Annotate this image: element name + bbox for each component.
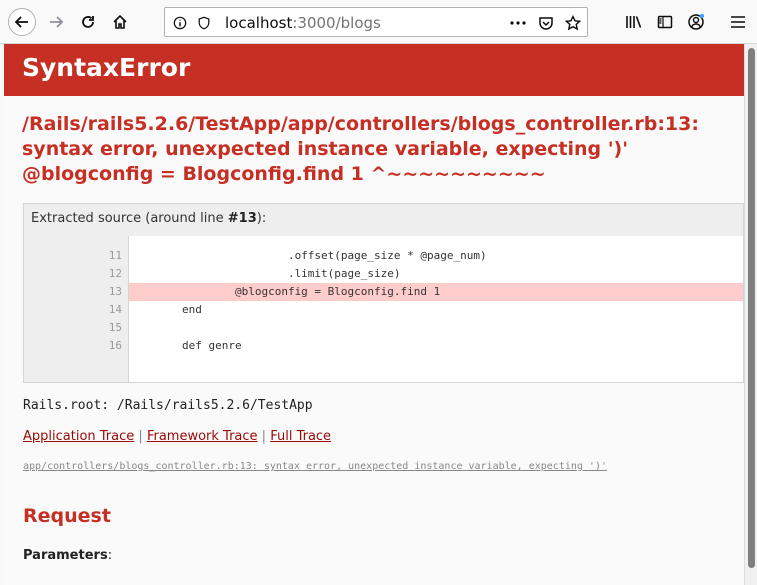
- pocket-icon[interactable]: [537, 14, 555, 32]
- arrow-left-icon: [14, 16, 28, 28]
- code-line: def genre: [129, 339, 242, 352]
- more-actions-icon[interactable]: [509, 14, 527, 32]
- sidebar-icon: [657, 15, 673, 29]
- info-icon[interactable]: [171, 14, 189, 32]
- line-number: 14: [108, 303, 122, 316]
- caption-line-number: #13: [227, 211, 257, 226]
- sidebar-button[interactable]: [651, 8, 679, 36]
- reload-icon: [82, 16, 94, 28]
- reload-button[interactable]: [74, 8, 102, 36]
- back-button[interactable]: [8, 8, 36, 36]
- parameters-label-text: Parameters: [23, 548, 108, 563]
- arrow-right-icon: [50, 16, 64, 28]
- code-line: .limit(page_size): [129, 267, 401, 280]
- shield-icon[interactable]: [195, 14, 213, 32]
- trace-separator: |: [261, 429, 267, 444]
- line-number: 11: [108, 249, 122, 262]
- browser-toolbar: localhost:3000/blogs: [0, 0, 757, 44]
- menu-button[interactable]: [724, 8, 752, 36]
- vertical-scrollbar[interactable]: [744, 44, 757, 585]
- url-text[interactable]: localhost:3000/blogs: [225, 14, 381, 32]
- parameters-label: Parameters:: [23, 548, 112, 563]
- line-number: 12: [108, 267, 122, 280]
- application-trace-link[interactable]: Application Trace: [23, 429, 134, 444]
- error-title: SyntaxError: [22, 53, 191, 82]
- page-content: SyntaxError /Rails/rails5.2.6/TestApp/ap…: [4, 44, 744, 585]
- code-line-highlighted: @blogconfig = Blogconfig.find 1: [129, 283, 743, 301]
- rails-root: Rails.root: /Rails/rails5.2.6/TestApp: [23, 398, 313, 413]
- request-heading: Request: [23, 505, 111, 527]
- url-host: localhost: [225, 14, 293, 32]
- trace-entry-link[interactable]: app/controllers/blogs_controller.rb:13: …: [23, 461, 607, 472]
- account-icon: [688, 13, 705, 30]
- code-line: .offset(page_size * @page_num): [129, 249, 487, 262]
- library-button[interactable]: [620, 8, 648, 36]
- line-number: 13: [108, 285, 122, 298]
- line-number: 15: [108, 321, 122, 334]
- framework-trace-link[interactable]: Framework Trace: [147, 429, 258, 444]
- code-area: 11 12 13 14 15 16 .offset(page_size * @p…: [24, 236, 743, 382]
- code-line: end: [129, 303, 202, 316]
- line-number: 16: [108, 339, 122, 352]
- trace-separator: |: [138, 429, 143, 444]
- url-bar[interactable]: localhost:3000/blogs: [164, 7, 588, 37]
- parameters-colon: :: [107, 548, 113, 563]
- forward-button[interactable]: [42, 8, 70, 36]
- scrollbar-thumb[interactable]: [748, 48, 755, 568]
- error-message: /Rails/rails5.2.6/TestApp/app/controller…: [22, 113, 699, 185]
- source-caption: Extracted source (around line #13):: [24, 204, 743, 237]
- home-button[interactable]: [106, 8, 134, 36]
- error-header: SyntaxError: [4, 44, 744, 96]
- caption-prefix: Extracted source (around line: [31, 211, 228, 226]
- full-trace-link[interactable]: Full Trace: [270, 429, 331, 444]
- library-icon: [626, 16, 642, 28]
- url-path: :3000/blogs: [292, 14, 381, 32]
- account-button[interactable]: [682, 8, 710, 36]
- bookmark-star-icon[interactable]: [564, 14, 582, 32]
- hamburger-menu-icon: [731, 16, 745, 28]
- home-icon: [113, 14, 127, 29]
- trace-links: Application Trace | Framework Trace | Fu…: [23, 429, 331, 444]
- extracted-source-box: Extracted source (around line #13): 11 1…: [23, 203, 744, 383]
- caption-suffix: ):: [256, 211, 267, 226]
